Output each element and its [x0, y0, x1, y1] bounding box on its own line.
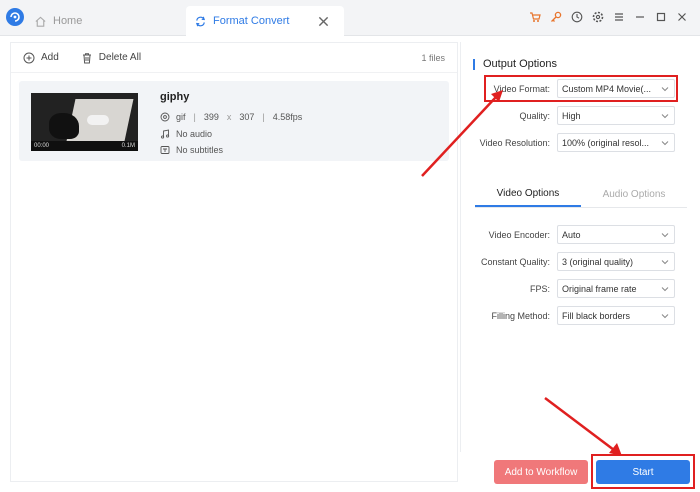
subtitle-icon: [160, 146, 170, 154]
chevron-down-icon: [661, 141, 669, 146]
cart-icon[interactable]: [524, 9, 545, 25]
file-audio: No audio: [176, 129, 213, 139]
file-width: 399: [203, 112, 219, 122]
chevron-down-icon: [661, 287, 669, 292]
add-to-workflow-button[interactable]: Add to Workflow: [494, 460, 588, 484]
quality-value: High: [562, 110, 581, 121]
tab-video-options[interactable]: Video Options: [475, 182, 581, 207]
maximize-icon[interactable]: [650, 9, 671, 25]
options-panel: Output Options Video Format: Custom MP4 …: [460, 42, 700, 452]
output-options-title: Output Options: [473, 58, 557, 70]
thumbnail-info-bar: 00:00 0.1M: [31, 141, 138, 151]
constant-quality-label: Constant Quality:: [480, 257, 550, 267]
add-button-label: Add: [41, 52, 59, 63]
file-item[interactable]: 00:00 0.1M giphy gif | 399 x 307 | 4.58f…: [19, 81, 449, 161]
file-toolbar: Add Delete All 1 files: [11, 43, 457, 73]
file-format: gif: [176, 112, 186, 122]
chevron-down-icon: [661, 314, 669, 319]
video-resolution-value: 100% (original resol...: [562, 137, 650, 148]
file-subtitles: No subtitles: [176, 145, 224, 155]
quality-select[interactable]: High: [557, 106, 675, 125]
options-tabs: Video Options Audio Options: [475, 182, 687, 208]
fps-value: Original frame rate: [562, 283, 637, 294]
action-bar: Add to Workflow Start: [460, 452, 700, 492]
add-button[interactable]: Add: [23, 52, 59, 64]
file-video-info: gif | 399 x 307 | 4.58fps: [160, 112, 302, 122]
file-times: x: [226, 112, 232, 122]
add-icon: [23, 52, 35, 63]
start-button[interactable]: Start: [596, 460, 690, 484]
fps-select[interactable]: Original frame rate: [557, 279, 675, 298]
minimize-icon[interactable]: [629, 9, 650, 25]
chevron-down-icon: [661, 114, 669, 119]
constant-quality-value: 3 (original quality): [562, 256, 634, 267]
menu-icon[interactable]: [608, 9, 629, 25]
tab-home-label: Home: [53, 15, 83, 27]
trash-icon: [82, 52, 91, 63]
fps-label: FPS:: [529, 284, 550, 294]
gear-icon[interactable]: [587, 9, 608, 25]
video-format-value: Custom MP4 Movie(...: [562, 83, 652, 94]
tab-format-convert[interactable]: Format Convert: [186, 6, 344, 36]
convert-icon: [195, 16, 206, 26]
video-resolution-select[interactable]: 100% (original resol...: [557, 133, 675, 152]
close-tab-icon[interactable]: [317, 15, 330, 28]
video-encoder-value: Auto: [562, 229, 581, 240]
video-resolution-label: Video Resolution:: [479, 138, 550, 148]
thumbnail-time: 00:00: [34, 143, 50, 149]
files-count: 1 files: [421, 52, 445, 63]
video-format-label: Video Format:: [493, 84, 550, 94]
app-logo-icon: [6, 8, 24, 26]
quality-label: Quality:: [519, 111, 550, 121]
thumbnail-cat: [49, 113, 79, 139]
delete-all-button[interactable]: Delete All: [81, 52, 141, 64]
tab-home[interactable]: Home: [34, 6, 82, 36]
chevron-down-icon: [661, 260, 669, 265]
filling-method-value: Fill black borders: [562, 310, 631, 321]
file-name: giphy: [160, 91, 190, 103]
key-icon[interactable]: [545, 9, 566, 25]
video-thumbnail[interactable]: 00:00 0.1M: [31, 93, 138, 151]
chevron-down-icon: [661, 233, 669, 238]
window-controls: [524, 9, 692, 25]
video-encoder-select[interactable]: Auto: [557, 225, 675, 244]
title-bar: Home Format Convert: [0, 0, 700, 36]
video-encoder-label: Video Encoder:: [488, 230, 550, 240]
music-note-icon: [161, 129, 170, 139]
filling-method-select[interactable]: Fill black borders: [557, 306, 675, 325]
file-subtitle-info: No subtitles: [160, 145, 223, 155]
close-window-icon[interactable]: [671, 9, 692, 25]
delete-all-label: Delete All: [98, 52, 142, 63]
home-icon: [35, 16, 46, 27]
chevron-down-icon: [661, 87, 669, 92]
file-fps: 4.58fps: [272, 112, 303, 122]
file-list-panel: Add Delete All 1 files 00:00 0.1M giphy …: [10, 42, 458, 482]
thumbnail-size: 0.1M: [121, 143, 135, 149]
file-audio-info: No audio: [160, 129, 212, 139]
tab-audio-options[interactable]: Audio Options: [581, 182, 687, 207]
video-format-select[interactable]: Custom MP4 Movie(...: [557, 79, 675, 98]
file-height: 307: [239, 112, 255, 122]
tab-format-convert-label: Format Convert: [213, 15, 290, 27]
thumbnail-paw: [87, 115, 109, 125]
video-info-icon: [160, 112, 170, 122]
constant-quality-select[interactable]: 3 (original quality): [557, 252, 675, 271]
clock-icon[interactable]: [566, 9, 587, 25]
filling-method-label: Filling Method:: [491, 311, 550, 321]
